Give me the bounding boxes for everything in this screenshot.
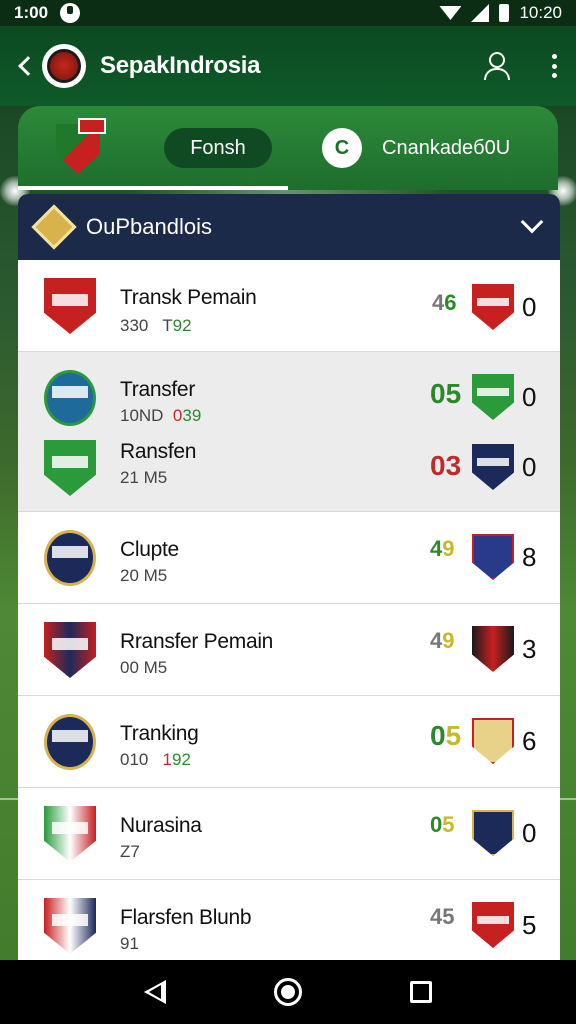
item-title: Tranking — [120, 722, 199, 745]
item-subtitle: 21 M5 — [120, 468, 168, 487]
wifi-icon — [439, 6, 462, 20]
app-bar: SepakIndrosia — [0, 26, 576, 106]
app-title: SepakIndrosia — [100, 52, 261, 79]
item-subtitle: Z7 — [120, 842, 140, 861]
result: 0 — [522, 818, 537, 848]
status-clock: 10:20 — [519, 3, 562, 22]
score: 49 — [430, 628, 455, 653]
opponent-badge — [472, 534, 514, 580]
result: 6 — [522, 726, 537, 756]
item-title: Nurasina — [120, 814, 202, 837]
tab-fonsh[interactable]: Fonsh — [164, 128, 272, 168]
item-subtitle: 20 M5 — [120, 566, 168, 585]
opponent-badge — [472, 902, 514, 948]
tab-icon: C — [322, 128, 362, 168]
opponent-badge — [472, 810, 514, 856]
item-title: Flarsfen Blunb — [120, 906, 252, 929]
item-subtitle: 330 T92 — [120, 316, 192, 335]
card-title: OuPbandlois — [86, 214, 212, 239]
item-title: Transfer — [120, 378, 196, 401]
club-badge — [44, 714, 96, 770]
opponent-badge — [472, 284, 514, 330]
result: 0 — [522, 292, 537, 322]
profile-icon[interactable] — [484, 52, 510, 80]
club-badge — [44, 806, 96, 862]
list-item[interactable]: Rransfer Pemain 00 M5 49 3 — [18, 604, 560, 696]
tab-cnankade[interactable]: C Cnankadeб0U — [322, 128, 510, 168]
club-badge — [44, 370, 96, 426]
opponent-badge — [472, 718, 514, 764]
club-badge — [44, 440, 96, 496]
more-options-icon[interactable] — [550, 54, 558, 78]
score: 05 — [430, 720, 462, 751]
tab-strip: Fonsh C Cnankadeб0U — [18, 106, 558, 190]
nav-back-icon[interactable] — [144, 980, 166, 1004]
result: 0 — [522, 452, 537, 482]
club-badge — [44, 622, 96, 678]
list-item[interactable]: Nurasina Z7 05 0 — [18, 788, 560, 880]
chevron-left-icon — [18, 56, 38, 76]
chevron-down-icon[interactable] — [520, 210, 544, 234]
list-item[interactable]: Transk Pemain 330 T92 46 0 — [18, 260, 560, 352]
club-badge — [44, 530, 96, 586]
score: 03 — [430, 450, 462, 481]
diamond-icon — [31, 204, 77, 250]
club-badge — [44, 898, 96, 954]
status-icons: 10:20 — [439, 3, 562, 23]
signal-icon — [471, 4, 490, 22]
result: 5 — [522, 910, 537, 940]
score: 49 — [430, 536, 455, 561]
score: 05 — [430, 378, 462, 409]
opponent-badge — [472, 374, 514, 420]
item-subtitle: 10ND 039 — [120, 406, 202, 425]
card-header[interactable]: OuPbandlois — [18, 194, 560, 260]
status-bar: 1:00 10:20 — [0, 0, 576, 26]
opponent-badge — [472, 626, 514, 672]
item-subtitle: 91 — [120, 934, 139, 953]
item-title: Rransfer Pemain — [120, 630, 274, 653]
list-item[interactable]: Flarsfen Blunb 91 45 5 — [18, 880, 560, 960]
opponent-badge — [472, 444, 514, 490]
result: 0 — [522, 382, 537, 412]
back-button[interactable] — [14, 51, 38, 81]
item-subtitle: 00 M5 — [120, 658, 168, 677]
app-actions — [484, 52, 562, 80]
app-logo — [42, 44, 86, 88]
nav-recents-icon[interactable] — [410, 981, 432, 1003]
item-title: Ransfen — [120, 440, 197, 463]
item-subtitle: 010 192 — [120, 750, 191, 769]
score: 05 — [430, 812, 455, 837]
result: 8 — [522, 542, 537, 572]
battery-icon — [499, 4, 510, 22]
score: 45 — [430, 904, 455, 929]
item-title: Clupte — [120, 538, 179, 561]
status-time: 1:00 — [14, 3, 49, 22]
tab-label: Cnankadeб0U — [382, 136, 511, 159]
result: 3 — [522, 634, 537, 664]
tab-indicator — [18, 186, 288, 190]
club-badge — [44, 278, 96, 334]
notification-icon — [60, 3, 81, 23]
list-item[interactable]: Tranking 010 192 05 6 — [18, 696, 560, 788]
system-nav-bar — [0, 960, 576, 1024]
list-item[interactable]: Transfer 10ND 039 05 0 Ransfen 21 M5 03 … — [18, 352, 560, 512]
transfer-card: OuPbandlois Transk Pemain 330 T92 46 0 T… — [18, 194, 560, 960]
score: 46 — [432, 290, 457, 315]
item-title: Transk Pemain — [120, 286, 257, 309]
nav-home-icon[interactable] — [274, 978, 302, 1006]
club-logo — [48, 116, 112, 180]
list-item[interactable]: Clupte 20 M5 49 8 — [18, 512, 560, 604]
